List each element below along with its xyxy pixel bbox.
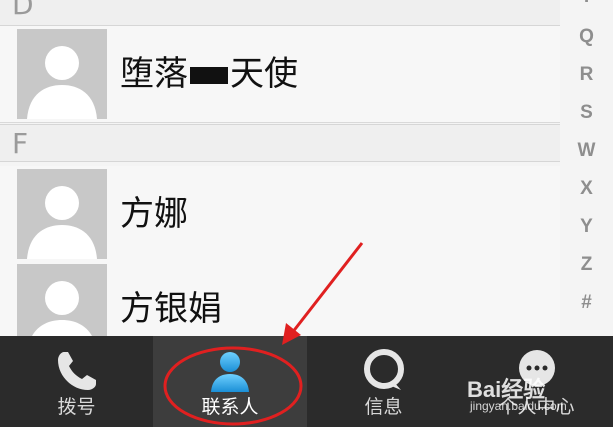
- index-letter[interactable]: T: [560, 0, 613, 8]
- tab-label: 拨号: [57, 396, 96, 418]
- redaction-bar: [190, 67, 228, 84]
- contact-avatar-icon: [17, 264, 107, 336]
- index-letter[interactable]: W: [560, 140, 613, 162]
- contact-name: 堕落 天使: [120, 54, 298, 94]
- index-letter[interactable]: #: [560, 292, 613, 314]
- contact-row[interactable]: 方银娟: [0, 261, 560, 336]
- index-letter[interactable]: Y: [560, 216, 613, 238]
- tab-label: 信息: [364, 396, 403, 418]
- contact-avatar-icon: [17, 169, 107, 259]
- index-letter[interactable]: Z: [560, 254, 613, 276]
- tab-messages[interactable]: 信息: [307, 336, 460, 427]
- contact-avatar-icon: [17, 29, 107, 119]
- section-header-d: D: [0, 0, 560, 26]
- index-letter[interactable]: S: [560, 102, 613, 124]
- contact-name: 方银娟: [120, 289, 222, 329]
- index-letter[interactable]: X: [560, 178, 613, 200]
- contact-row[interactable]: 方娜: [0, 166, 560, 263]
- contact-list: D 堕落天使 F 方娜 方银娟 T: [0, 0, 613, 336]
- tab-contacts[interactable]: 联系人: [153, 336, 307, 427]
- watermark-url: jingyan.baidu.com: [470, 399, 567, 413]
- index-letter[interactable]: Q: [560, 26, 613, 48]
- contact-row[interactable]: 堕落 天使: [0, 26, 560, 123]
- tab-dial[interactable]: 拨号: [0, 336, 153, 427]
- alphabet-index[interactable]: T Q R S W X Y Z #: [560, 0, 613, 336]
- contact-name: 方娜: [120, 194, 188, 234]
- index-letter[interactable]: R: [560, 64, 613, 86]
- section-header-f: F: [0, 124, 560, 162]
- tab-label: 联系人: [201, 396, 259, 418]
